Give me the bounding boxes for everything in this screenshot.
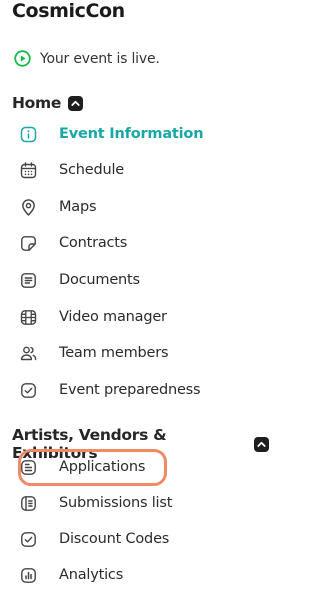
nav-item-schedule[interactable]: Schedule [19,153,124,187]
event-status: Your event is live. [14,50,160,67]
nav-item-event-information[interactable]: Event Information [19,117,204,151]
section-home-header[interactable]: Home [12,94,84,112]
nav-label: Submissions list [59,495,173,511]
nav-label: Applications [59,459,146,475]
nav-label: Schedule [59,162,125,178]
check-icon [19,530,38,549]
contract-icon [19,234,38,253]
chevron-up-icon [257,441,266,447]
application-icon [19,458,38,477]
nav-label: Video manager [59,309,167,325]
section-home-title: Home [12,94,62,112]
nav-item-video-manager[interactable]: Video manager [19,300,167,334]
play-circle-icon [14,50,31,67]
nav-label: Discount Codes [59,531,170,547]
info-icon [19,125,38,144]
nav-item-maps[interactable]: Maps [19,190,97,224]
collapse-home-toggle[interactable] [68,95,84,111]
map-pin-icon [19,198,38,217]
collapse-avx-toggle[interactable] [254,436,269,452]
nav-item-submissions-list[interactable]: Submissions list [19,486,172,520]
app-title: CosmicCon [12,0,125,22]
nav-label: Team members [59,345,169,361]
nav-label: Documents [59,272,140,288]
nav-item-team-members[interactable]: Team members [19,336,169,370]
nav-item-event-preparedness[interactable]: Event preparedness [19,373,201,407]
nav-item-applications[interactable]: Applications [19,450,145,484]
team-icon [19,344,38,363]
nav-item-analytics[interactable]: Analytics [19,558,123,592]
submissions-icon [19,494,38,513]
check-icon [19,381,38,400]
analytics-icon [19,566,38,585]
video-icon [19,308,38,327]
nav-item-contracts[interactable]: Contracts [19,226,127,260]
nav-item-discount-codes[interactable]: Discount Codes [19,522,169,556]
document-icon [19,271,38,290]
chevron-up-icon [71,100,80,106]
nav-label: Analytics [59,567,124,583]
nav-label: Event preparedness [59,382,201,398]
event-status-text: Your event is live. [40,50,160,67]
calendar-icon [19,161,38,180]
nav-item-documents[interactable]: Documents [19,263,140,297]
nav-label: Event Information [59,126,204,142]
nav-label: Maps [59,199,97,215]
nav-label: Contracts [59,235,128,251]
